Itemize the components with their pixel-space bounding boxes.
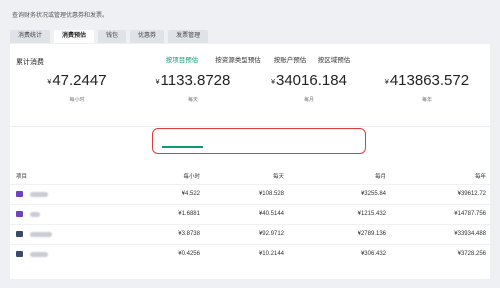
currency-symbol: ¥	[271, 79, 275, 86]
cell-monthly: ¥306.432	[360, 251, 386, 257]
section-title: 累计消费	[16, 59, 44, 66]
cell-daily: ¥108.528	[258, 191, 284, 197]
divider	[10, 126, 490, 127]
subtab-by-resource-type[interactable]: 按资源类型预估	[215, 54, 261, 64]
cell-daily: ¥10.2144	[258, 251, 284, 257]
tab-coupons[interactable]: 优惠券	[130, 30, 165, 43]
project-icon	[16, 211, 23, 217]
tab-consumption-stats[interactable]: 消费统计	[10, 30, 51, 43]
stat-daily: ¥1133.8728 每天	[138, 72, 248, 103]
tab-invoice-management[interactable]: 发票管理	[168, 30, 209, 43]
column-header-yearly: 每年	[474, 174, 486, 180]
tab-consumption-estimate[interactable]: 消费预估	[54, 30, 95, 43]
cell-hourly: ¥0.4256	[178, 251, 200, 257]
estimate-subtabs-highlight	[152, 128, 366, 154]
cell-monthly: ¥3255.84	[360, 191, 386, 197]
estimate-card: 累计消费 ¥47.2447 每小时 ¥1133.8728 每天 ¥34016.1…	[10, 44, 490, 279]
cell-daily: ¥92.9712	[258, 231, 284, 237]
tab-wallet[interactable]: 钱包	[98, 30, 127, 43]
project-icon	[16, 231, 23, 237]
cell-yearly: ¥14787.756	[454, 211, 486, 217]
cell-monthly: ¥1215.432	[357, 211, 386, 217]
subtab-by-project[interactable]: 按项目预估	[166, 54, 199, 64]
cell-daily: ¥40.5144	[258, 211, 284, 217]
cell-yearly: ¥39612.72	[457, 191, 486, 197]
cell-yearly: ¥33934.488	[454, 231, 486, 237]
subtab-by-region[interactable]: 按区域预估	[318, 54, 351, 64]
stat-value: 1133.8728	[160, 72, 231, 89]
currency-symbol: ¥	[47, 79, 52, 86]
table-row[interactable]: ¥0.4256 ¥10.2144 ¥306.432 ¥3728.256	[10, 244, 490, 265]
table-row[interactable]: ¥3.8738 ¥92.9712 ¥2789.136 ¥33934.488	[10, 224, 490, 245]
redacted-project-name	[30, 192, 48, 197]
column-header-project: 项目	[16, 174, 28, 180]
redacted-project-name	[30, 212, 40, 217]
stat-label: 每月	[303, 97, 314, 103]
redacted-project-name	[30, 232, 52, 237]
cost-stats: ¥47.2447 每小时 ¥1133.8728 每天 ¥34016.184 每月…	[10, 72, 490, 122]
redacted-project-name	[30, 252, 48, 257]
currency-symbol: ¥	[155, 79, 160, 86]
column-header-daily: 每天	[272, 174, 284, 180]
page-description: 查询财务状况或管理优惠券和发票。	[12, 13, 109, 19]
table-row[interactable]: ¥1.6881 ¥40.5144 ¥1215.432 ¥14787.756	[10, 204, 490, 225]
stat-yearly: ¥413863.572 每年	[372, 72, 482, 103]
stat-value: 34016.184	[276, 72, 347, 89]
table-header: 项目 每小时 每天 每月 每年	[10, 172, 490, 184]
cell-monthly: ¥2789.136	[357, 231, 386, 237]
column-header-hourly: 每小时	[183, 174, 200, 180]
stat-label: 每小时	[69, 97, 85, 103]
project-icon	[16, 191, 23, 197]
cell-hourly: ¥1.6881	[178, 211, 200, 217]
project-icon	[16, 251, 23, 257]
column-header-monthly: 每月	[374, 174, 386, 180]
stat-label: 每天	[187, 97, 198, 103]
cell-hourly: ¥3.8738	[178, 231, 200, 237]
cell-hourly: ¥4.522	[181, 191, 200, 197]
subtab-by-account[interactable]: 按账户预估	[274, 54, 307, 64]
stat-label: 每年	[421, 97, 432, 103]
stat-monthly: ¥34016.184 每月	[254, 72, 364, 103]
active-subtab-indicator	[162, 146, 203, 148]
currency-symbol: ¥	[384, 79, 389, 86]
stat-value: 413863.572	[389, 72, 470, 89]
stat-value: 47.2447	[52, 72, 107, 89]
cell-yearly: ¥3728.256	[457, 251, 486, 257]
stat-hourly: ¥47.2447 每小时	[22, 72, 132, 103]
main-tabs: 消费统计 消费预估 钱包 优惠券 发票管理	[10, 30, 209, 43]
table-row[interactable]: ¥4.522 ¥108.528 ¥3255.84 ¥39612.72	[10, 184, 490, 205]
